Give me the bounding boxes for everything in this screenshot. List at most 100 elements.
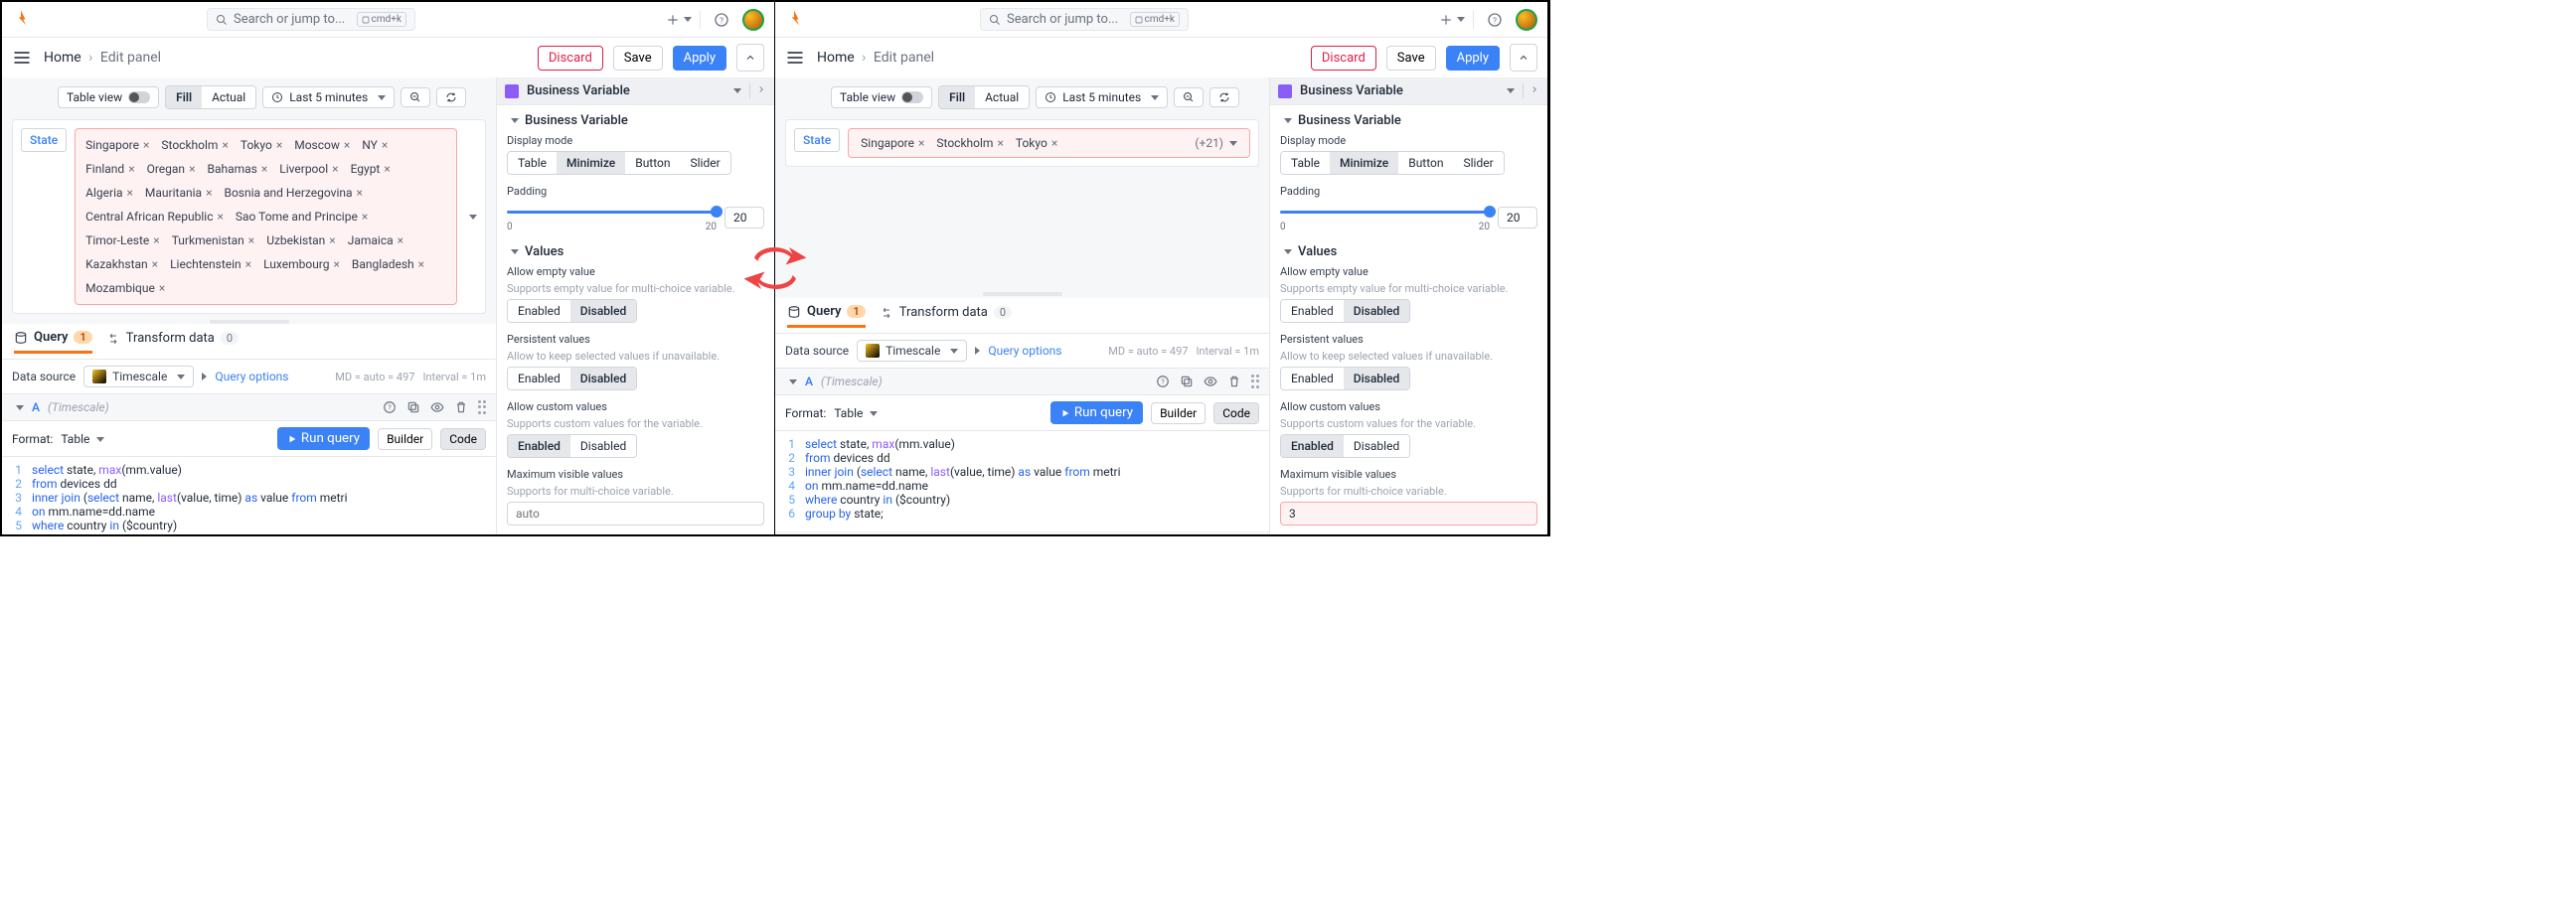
discard-button[interactable]: Discard xyxy=(538,46,603,71)
chip-remove-icon[interactable]: × xyxy=(357,186,363,200)
tab-query[interactable]: Query1 xyxy=(14,330,92,354)
chip[interactable]: Stockholm × xyxy=(157,135,232,155)
query-expand-icon[interactable] xyxy=(12,400,24,414)
save-button[interactable]: Save xyxy=(613,46,663,71)
side-expand-icon[interactable] xyxy=(749,83,766,98)
section-values[interactable]: Values xyxy=(1280,244,1537,259)
chip[interactable]: Bosnia and Herzegovina × xyxy=(220,183,366,203)
panel-type-chevron-icon[interactable] xyxy=(1503,83,1515,98)
table-view-toggle[interactable]: Table view xyxy=(831,86,932,108)
chip-remove-icon[interactable]: × xyxy=(276,138,282,152)
panel-type-chevron-icon[interactable] xyxy=(729,83,741,98)
chip-remove-icon[interactable]: × xyxy=(159,281,165,295)
chip-remove-icon[interactable]: × xyxy=(384,162,390,176)
chip[interactable]: Oregan × xyxy=(143,159,200,179)
format-select[interactable]: Table xyxy=(61,432,104,446)
add-button[interactable] xyxy=(1439,7,1465,33)
user-avatar[interactable] xyxy=(1516,9,1537,31)
help-button[interactable]: ? xyxy=(1482,7,1508,33)
chip[interactable]: Tokyo × xyxy=(237,135,286,155)
mode-option[interactable]: Table xyxy=(1281,152,1330,174)
chip[interactable]: Mauritania × xyxy=(141,183,217,203)
chip[interactable]: Singapore × xyxy=(857,133,928,153)
variable-chips-expanded[interactable]: Singapore ×Stockholm ×Tokyo ×Moscow ×NY … xyxy=(75,128,457,305)
chip-remove-icon[interactable]: × xyxy=(418,257,424,271)
chip-remove-icon[interactable]: × xyxy=(128,162,134,176)
collapse-button[interactable] xyxy=(736,44,764,72)
chip-remove-icon[interactable]: × xyxy=(218,210,224,224)
section-business-variable[interactable]: Business Variable xyxy=(1280,113,1537,128)
mode-option[interactable]: Button xyxy=(625,152,680,174)
chip[interactable]: Algeria × xyxy=(81,183,137,203)
table-view-toggle[interactable]: Table view xyxy=(58,86,159,108)
chip-remove-icon[interactable]: × xyxy=(332,162,338,176)
mode-option[interactable]: Minimize xyxy=(557,152,625,174)
zoom-out-button[interactable] xyxy=(401,87,430,107)
chip[interactable]: Jamaica × xyxy=(344,230,407,250)
run-query-button[interactable]: Run query xyxy=(1050,401,1143,424)
fill-actual-segment[interactable]: FillActual xyxy=(938,85,1030,109)
padding-slider[interactable] xyxy=(507,202,717,222)
section-values[interactable]: Values xyxy=(507,244,764,259)
fill-actual-segment[interactable]: FillActual xyxy=(165,85,256,109)
breadcrumb-home[interactable]: Home xyxy=(44,50,81,66)
mode-option[interactable]: Slider xyxy=(1454,152,1504,174)
tab-transform[interactable]: Transform data0 xyxy=(106,331,239,352)
datasource-select[interactable]: Timescale xyxy=(83,366,194,387)
chip-remove-icon[interactable]: × xyxy=(245,257,251,271)
trash-icon[interactable] xyxy=(1227,375,1241,388)
chip-remove-icon[interactable]: × xyxy=(398,233,403,247)
chip-remove-icon[interactable]: × xyxy=(248,233,254,247)
chip-remove-icon[interactable]: × xyxy=(334,257,340,271)
mode-option[interactable]: Button xyxy=(1398,152,1453,174)
chip-remove-icon[interactable]: × xyxy=(152,257,158,271)
resize-handle[interactable] xyxy=(775,290,1269,298)
chip[interactable]: Liverpool × xyxy=(275,159,342,179)
chip[interactable]: Luxembourg × xyxy=(259,254,344,274)
chip[interactable]: Uzbekistan × xyxy=(262,230,340,250)
tab-query[interactable]: Query1 xyxy=(787,304,866,328)
allow-empty-toggle[interactable]: EnabledDisabled xyxy=(507,299,637,323)
sql-editor[interactable]: 1select state, max(mm.value)2from device… xyxy=(775,431,1269,530)
drag-handle-icon[interactable] xyxy=(478,400,486,414)
builder-button[interactable]: Builder xyxy=(378,428,432,450)
drag-handle-icon[interactable] xyxy=(1251,375,1259,388)
time-range-picker[interactable]: Last 5 minutes xyxy=(262,86,395,108)
chip[interactable]: Timor-Leste × xyxy=(81,230,164,250)
chip[interactable]: Turkmenistan × xyxy=(168,230,258,250)
persistent-toggle[interactable]: EnabledDisabled xyxy=(507,367,637,390)
chip-remove-icon[interactable]: × xyxy=(127,186,133,200)
eye-icon[interactable] xyxy=(430,400,444,414)
display-mode-group[interactable]: TableMinimizeButtonSlider xyxy=(1280,151,1505,175)
mode-option[interactable]: Table xyxy=(508,152,557,174)
eye-icon[interactable] xyxy=(1204,375,1217,388)
section-business-variable[interactable]: Business Variable xyxy=(507,113,764,128)
chip[interactable]: Bangladesh × xyxy=(348,254,428,274)
chip[interactable]: Kazakhstan × xyxy=(81,254,162,274)
mode-option[interactable]: Slider xyxy=(681,152,730,174)
display-mode-group[interactable]: TableMinimizeButtonSlider xyxy=(507,151,731,175)
trash-icon[interactable] xyxy=(454,400,468,414)
chip[interactable]: Moscow × xyxy=(290,135,354,155)
apply-button[interactable]: Apply xyxy=(673,46,726,71)
max-visible-input[interactable]: 3 xyxy=(1280,502,1537,526)
persistent-toggle[interactable]: EnabledDisabled xyxy=(1280,367,1410,390)
max-visible-input[interactable] xyxy=(507,502,764,526)
chip[interactable]: NY × xyxy=(358,135,392,155)
query-expand-icon[interactable] xyxy=(785,375,797,388)
chip[interactable]: Stockholm × xyxy=(932,133,1007,153)
chips-more[interactable]: (+21) xyxy=(1191,134,1241,152)
chips-collapse-icon[interactable] xyxy=(465,210,477,225)
code-button[interactable]: Code xyxy=(1213,402,1259,424)
chip[interactable]: Sao Tome and Principe × xyxy=(232,207,372,226)
run-query-button[interactable]: Run query xyxy=(277,427,370,450)
global-search-input[interactable]: Search or jump to... cmd+k xyxy=(980,8,1189,31)
time-range-picker[interactable]: Last 5 minutes xyxy=(1036,86,1168,108)
tab-transform[interactable]: Transform data0 xyxy=(880,305,1012,326)
copy-icon[interactable] xyxy=(406,400,420,414)
zoom-out-button[interactable] xyxy=(1174,87,1204,107)
chip-remove-icon[interactable]: × xyxy=(222,138,228,152)
chip[interactable]: Egypt × xyxy=(347,159,395,179)
breadcrumb-home[interactable]: Home xyxy=(817,50,855,66)
chip-remove-icon[interactable]: × xyxy=(382,138,388,152)
